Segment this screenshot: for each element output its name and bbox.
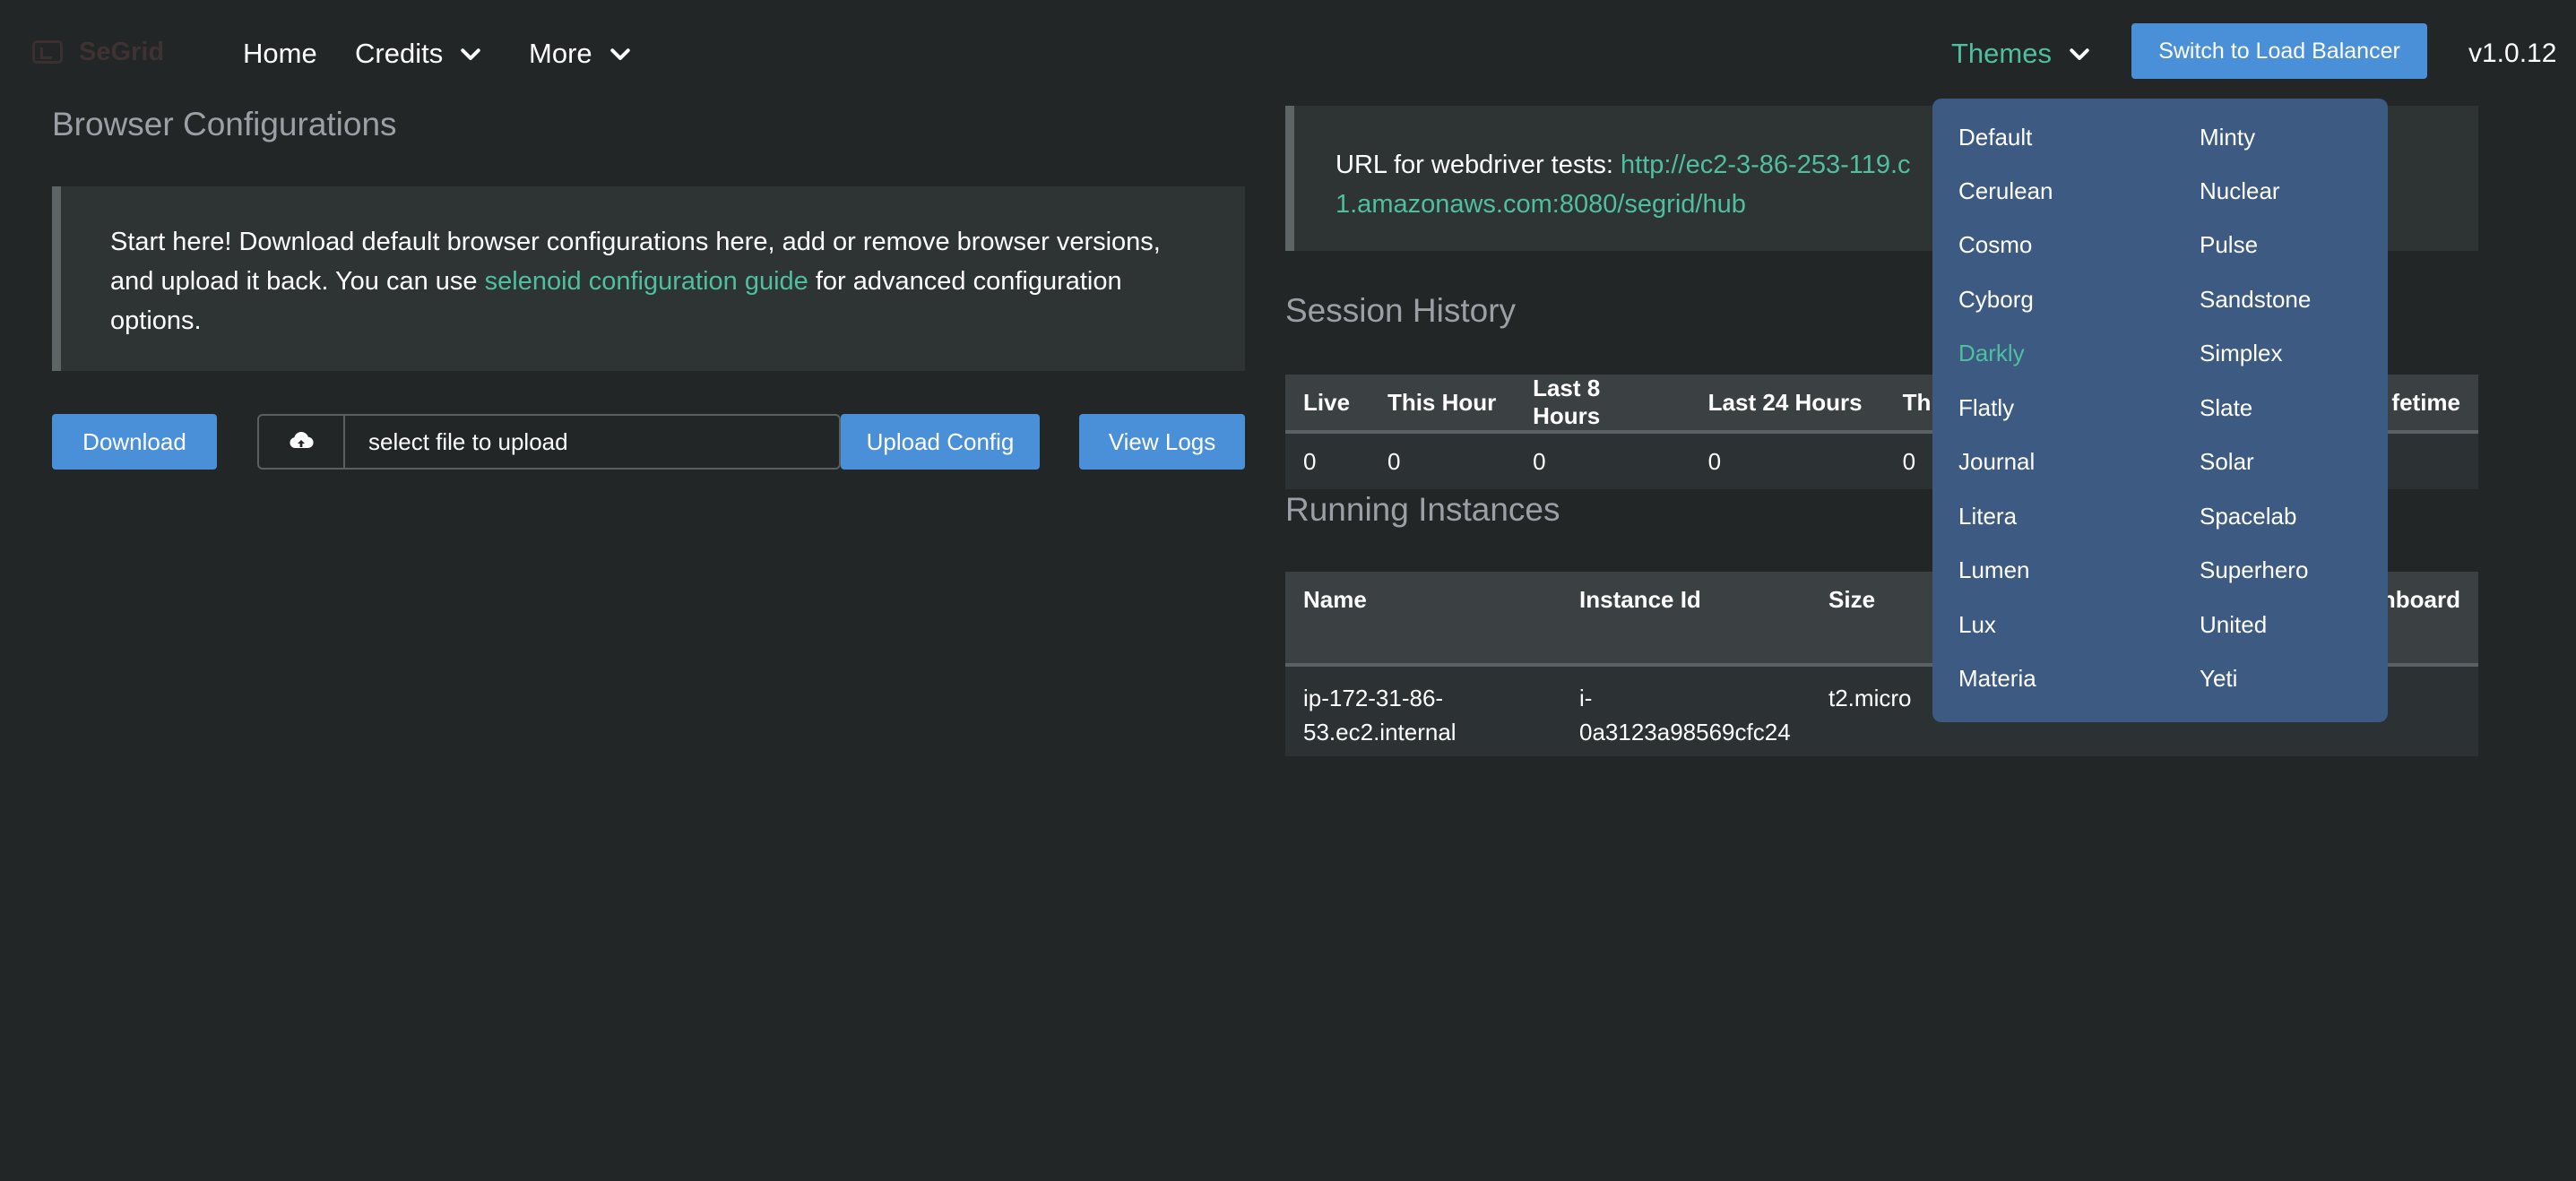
selenoid-guide-link[interactable]: selenoid configuration guide (485, 267, 808, 296)
theme-flatly[interactable]: Flatly (1958, 394, 2014, 422)
table-cell: 0 (1285, 432, 1370, 489)
instance-id: i- (1579, 685, 1593, 711)
table-cell (2373, 432, 2478, 489)
nav-themes[interactable]: Themes (1951, 34, 2093, 73)
theme-lux[interactable]: Lux (1958, 611, 1996, 639)
cloud-upload-icon (290, 432, 314, 449)
instance-name-cont: 53.ec2.internal (1303, 719, 1457, 746)
file-input-text: select file to upload (368, 427, 568, 455)
theme-journal[interactable]: Journal (1958, 448, 2035, 476)
session-history-title: Session History (1285, 292, 1517, 329)
theme-litera[interactable]: Litera (1958, 503, 2017, 530)
theme-pulse[interactable]: Pulse (2200, 231, 2258, 259)
brand-name: SeGrid (79, 37, 165, 66)
instance-name: ip-172-31-86- (1303, 685, 1444, 711)
theme-sandstone[interactable]: Sandstone (2200, 286, 2311, 314)
table-header: This Hour (1369, 375, 1516, 434)
table-header: Live (1285, 375, 1370, 434)
nav-credits-label: Credits (355, 38, 444, 69)
table-header: Last 8 Hours (1515, 375, 1690, 434)
theme-slate[interactable]: Slate (2200, 394, 2252, 422)
table-header: Last 24 Hours (1690, 375, 1885, 434)
instance-name-cell: ip-172-31-86- 53.ec2.internal (1285, 665, 1561, 756)
theme-superhero[interactable]: Superhero (2200, 556, 2308, 584)
webdriver-url-label: URL for webdriver tests: (1336, 151, 1621, 179)
chevron-down-icon (607, 40, 634, 67)
table-cell: 0 (1369, 432, 1516, 489)
instance-id-cell: i- 0a3123a98569cfc24 (1561, 665, 1811, 756)
theme-nuclear[interactable]: Nuclear (2200, 177, 2280, 205)
webdriver-url-link[interactable]: http://ec2-3-86-253-119.c (1621, 151, 1911, 179)
theme-lumen[interactable]: Lumen (1958, 556, 2030, 584)
logo-icon (32, 40, 63, 64)
nav-home-label: Home (243, 38, 317, 69)
nav-more[interactable]: More (529, 34, 634, 73)
theme-darkly[interactable]: Darkly (1958, 340, 2025, 367)
brand[interactable]: SeGrid (32, 34, 164, 70)
theme-united[interactable]: United (2200, 611, 2267, 639)
view-logs-button[interactable]: View Logs (1079, 414, 1245, 470)
webdriver-url-link-cont[interactable]: 1.amazonaws.com:8080/segrid/hub (1336, 190, 1746, 219)
nav-themes-label: Themes (1951, 38, 2052, 69)
theme-minty[interactable]: Minty (2200, 124, 2255, 151)
theme-default[interactable]: Default (1958, 124, 2032, 151)
chevron-down-icon (457, 40, 484, 67)
file-upload-input[interactable]: select file to upload (257, 414, 841, 470)
theme-cosmo[interactable]: Cosmo (1958, 231, 2032, 259)
nav-more-label: More (529, 38, 592, 69)
table-header: fetime (2373, 375, 2478, 434)
themes-dropdown-menu: Default Cerulean Cosmo Cyborg Darkly Fla… (1932, 99, 2388, 722)
nav-credits[interactable]: Credits (355, 34, 484, 73)
table-cell: 0 (1690, 432, 1885, 489)
instance-id-cont: 0a3123a98569cfc24 (1579, 719, 1791, 746)
switch-load-balancer-button[interactable]: Switch to Load Balancer (2131, 23, 2427, 79)
theme-simplex[interactable]: Simplex (2200, 340, 2282, 367)
theme-materia[interactable]: Materia (1958, 665, 2036, 693)
theme-spacelab[interactable]: Spacelab (2200, 503, 2296, 530)
theme-yeti[interactable]: Yeti (2200, 665, 2237, 693)
table-header: Instance Id (1561, 572, 1811, 667)
browser-config-note: Start here! Download default browser con… (52, 186, 1245, 371)
theme-cerulean[interactable]: Cerulean (1958, 177, 2053, 205)
table-cell: 0 (1515, 432, 1690, 489)
table-header: Name (1285, 572, 1561, 667)
upload-config-button[interactable]: Upload Config (841, 414, 1040, 470)
running-instances-title: Running Instances (1285, 491, 1560, 528)
browser-config-title: Browser Configurations (52, 106, 397, 142)
file-upload-icon-box[interactable] (259, 416, 345, 468)
download-button[interactable]: Download (52, 414, 217, 470)
version-label: v1.0.12 (2468, 39, 2557, 68)
nav-home[interactable]: Home (243, 34, 317, 73)
theme-solar[interactable]: Solar (2200, 448, 2254, 476)
chevron-down-icon (2066, 40, 2093, 67)
theme-cyborg[interactable]: Cyborg (1958, 286, 2034, 314)
